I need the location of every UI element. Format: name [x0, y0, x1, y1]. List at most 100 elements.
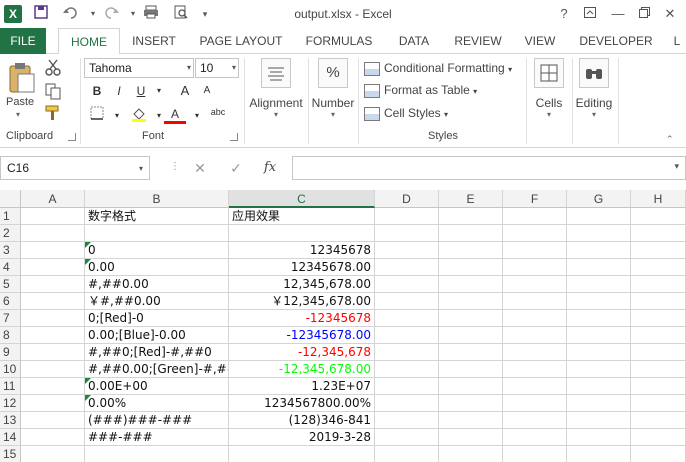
cell-c[interactable]: ￥12,345,678.00 — [229, 293, 375, 310]
save-icon[interactable] — [30, 4, 52, 24]
tab-review[interactable]: REVIEW — [448, 28, 508, 54]
cell-d[interactable] — [375, 225, 439, 242]
format-painter-icon[interactable] — [44, 104, 64, 122]
tab-file[interactable]: FILE — [0, 28, 46, 54]
column-header-g[interactable]: G — [567, 190, 631, 208]
tab-developer[interactable]: DEVELOPER — [572, 28, 660, 54]
row-header[interactable]: 4 — [0, 259, 21, 276]
row-header[interactable]: 3 — [0, 242, 21, 259]
tab-view[interactable]: VIEW — [518, 28, 562, 54]
cell-a[interactable] — [21, 208, 85, 225]
cell-d[interactable] — [375, 208, 439, 225]
cell-e[interactable] — [439, 378, 503, 395]
tab-insert[interactable]: INSERT — [124, 28, 184, 54]
cell-g[interactable] — [567, 225, 631, 242]
cell-f[interactable] — [503, 412, 567, 429]
select-all-corner[interactable] — [0, 190, 21, 208]
row-header[interactable]: 5 — [0, 276, 21, 293]
cell-b[interactable]: (###)###-### — [85, 412, 229, 429]
cell-c[interactable]: 应用效果 — [229, 208, 375, 225]
customize-icon[interactable]: ▾ — [194, 4, 216, 24]
tab-formulas[interactable]: FORMULAS — [298, 28, 380, 54]
cell-b[interactable]: 0 — [85, 242, 229, 259]
cell-g[interactable] — [567, 276, 631, 293]
font-name-select[interactable]: Tahoma ▾ — [84, 58, 194, 78]
formula-input[interactable]: ▾ — [292, 156, 686, 180]
minimize-icon[interactable]: — — [606, 4, 630, 24]
cell-b[interactable]: 0;[Red]-0 — [85, 310, 229, 327]
cell-c[interactable]: -12345678 — [229, 310, 375, 327]
cell-d[interactable] — [375, 395, 439, 412]
print-preview-icon[interactable] — [170, 4, 192, 24]
cell-b[interactable]: 0.00;[Blue]-0.00 — [85, 327, 229, 344]
cell-h[interactable] — [631, 378, 686, 395]
cell-h[interactable] — [631, 344, 686, 361]
cell-g[interactable] — [567, 361, 631, 378]
cell-d[interactable] — [375, 310, 439, 327]
cell-g[interactable] — [567, 310, 631, 327]
cell-c[interactable]: (128)346-841 — [229, 412, 375, 429]
undo-icon[interactable] — [60, 4, 82, 24]
cell-c[interactable]: 2019-3-28 — [229, 429, 375, 446]
column-header-h[interactable]: H — [631, 190, 686, 208]
cell-h[interactable] — [631, 293, 686, 310]
tab-home[interactable]: HOME — [58, 28, 120, 55]
cell-e[interactable] — [439, 242, 503, 259]
cell-f[interactable] — [503, 361, 567, 378]
row-header[interactable]: 2 — [0, 225, 21, 242]
cell-d[interactable] — [375, 446, 439, 462]
cell-f[interactable] — [503, 276, 567, 293]
row-header[interactable]: 9 — [0, 344, 21, 361]
tab-page-layout[interactable]: PAGE LAYOUT — [194, 28, 288, 54]
paste-dropdown-icon[interactable]: ▾ — [16, 110, 20, 119]
cell-h[interactable] — [631, 412, 686, 429]
cell-d[interactable] — [375, 429, 439, 446]
cell-b[interactable]: 0.00 — [85, 259, 229, 276]
cell-d[interactable] — [375, 327, 439, 344]
cell-styles-button[interactable]: Cell Styles ▾ — [364, 103, 448, 123]
cell-h[interactable] — [631, 395, 686, 412]
cell-c[interactable]: 1.23E+07 — [229, 378, 375, 395]
italic-button[interactable]: I — [110, 82, 128, 100]
cell-e[interactable] — [439, 276, 503, 293]
cell-c[interactable]: -12,345,678.00 — [229, 361, 375, 378]
cell-a[interactable] — [21, 276, 85, 293]
cell-f[interactable] — [503, 446, 567, 462]
cell-c[interactable]: 1234567800.00% — [229, 395, 375, 412]
cell-g[interactable] — [567, 327, 631, 344]
cell-d[interactable] — [375, 412, 439, 429]
cell-e[interactable] — [439, 395, 503, 412]
help-icon[interactable]: ? — [552, 4, 576, 24]
cell-c[interactable] — [229, 446, 375, 462]
enter-icon[interactable]: ✓ — [224, 158, 248, 178]
cell-f[interactable] — [503, 429, 567, 446]
column-header-e[interactable]: E — [439, 190, 503, 208]
paste-icon[interactable] — [8, 60, 36, 94]
copy-icon[interactable] — [44, 82, 64, 100]
cell-g[interactable] — [567, 293, 631, 310]
cell-f[interactable] — [503, 395, 567, 412]
cell-h[interactable] — [631, 225, 686, 242]
cell-b[interactable]: #,##0.00;[Green]-#,## — [85, 361, 229, 378]
number-button[interactable]: % Number ▾ — [310, 58, 356, 119]
cell-b[interactable]: 0.00E+00 — [85, 378, 229, 395]
cell-h[interactable] — [631, 259, 686, 276]
tab-data[interactable]: DATA — [390, 28, 438, 54]
cell-d[interactable] — [375, 259, 439, 276]
alignment-button[interactable]: Alignment ▾ — [246, 58, 306, 119]
collapse-ribbon-icon[interactable]: ⌃ — [666, 134, 674, 145]
cell-f[interactable] — [503, 344, 567, 361]
cell-h[interactable] — [631, 327, 686, 344]
redo-icon[interactable] — [100, 4, 122, 24]
phonetic-button[interactable]: abc — [206, 106, 230, 126]
cell-b[interactable]: ￥#,##0.00 — [85, 293, 229, 310]
cell-c[interactable]: -12,345,678 — [229, 344, 375, 361]
cell-e[interactable] — [439, 259, 503, 276]
cell-g[interactable] — [567, 259, 631, 276]
underline-button[interactable]: U — [132, 82, 150, 100]
cut-icon[interactable] — [44, 58, 64, 76]
close-icon[interactable]: ✕ — [658, 4, 682, 24]
cell-e[interactable] — [439, 208, 503, 225]
cell-b[interactable] — [85, 446, 229, 462]
cell-a[interactable] — [21, 327, 85, 344]
